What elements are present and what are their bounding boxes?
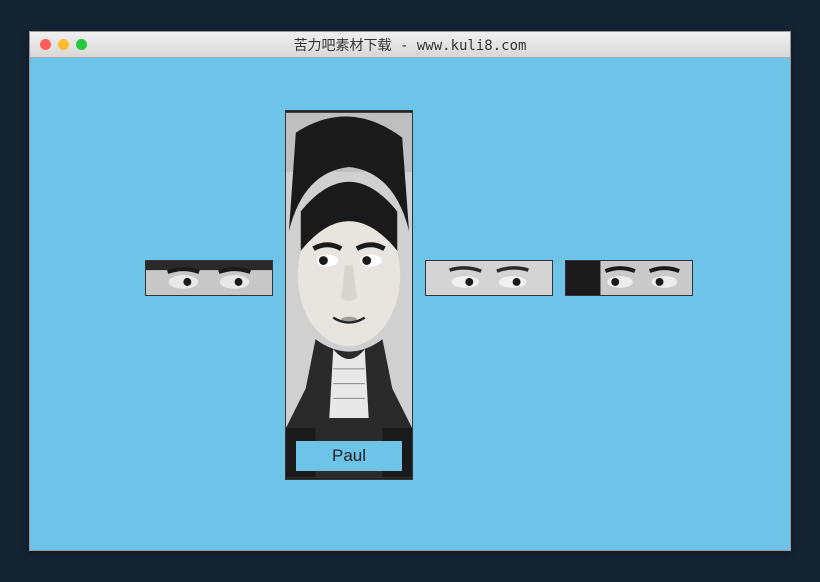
titlebar: 苦力吧素材下载 - www.kuli8.com [30, 32, 790, 58]
photo-thumbnail [566, 261, 692, 295]
content-area: Paul [30, 58, 790, 550]
photo-thumbnail [426, 261, 552, 295]
photo-full [286, 111, 412, 479]
gallery-item-ringo[interactable] [425, 260, 553, 296]
browser-window: 苦力吧素材下载 - www.kuli8.com [29, 31, 791, 551]
gallery-item-george[interactable] [145, 260, 273, 296]
gallery-item-john[interactable] [565, 260, 693, 296]
close-button[interactable] [40, 39, 51, 50]
traffic-lights [30, 39, 87, 50]
window-title: 苦力吧素材下载 - www.kuli8.com [30, 35, 790, 55]
gallery-item-paul[interactable]: Paul [285, 110, 413, 480]
minimize-button[interactable] [58, 39, 69, 50]
maximize-button[interactable] [76, 39, 87, 50]
caption-label: Paul [296, 441, 402, 471]
image-gallery: Paul [145, 110, 693, 480]
photo-thumbnail [146, 261, 272, 295]
